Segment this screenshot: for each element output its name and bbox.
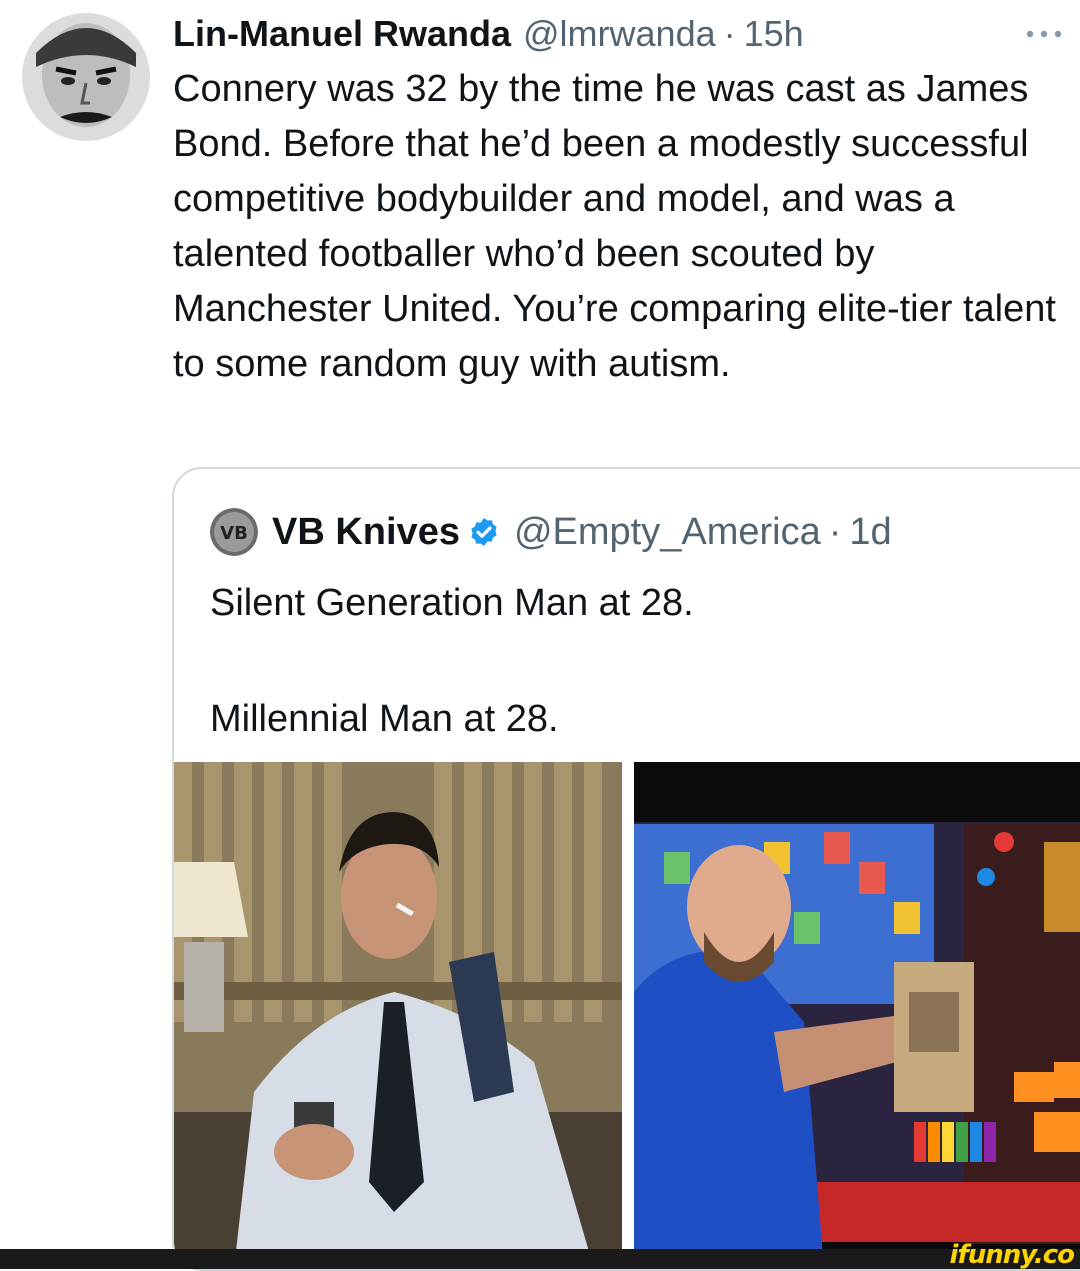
footer-bar <box>0 1249 1080 1269</box>
modern-photo <box>634 762 1080 1269</box>
quoted-tweet-timestamp[interactable]: 1d <box>849 511 891 554</box>
more-horizontal-icon <box>1026 30 1062 38</box>
ifunny-watermark: ifunny.co <box>949 1240 1075 1270</box>
quoted-media-image-left[interactable] <box>174 762 622 1269</box>
tweet-timestamp[interactable]: 15h <box>744 10 804 58</box>
header-separator: · <box>723 13 736 54</box>
quoted-avatar-text: VB <box>220 523 248 544</box>
quoted-author-name[interactable]: VB Knives <box>272 511 460 554</box>
quoted-tweet-text: Silent Generation Man at 28. Millennial … <box>210 574 1050 748</box>
author-name[interactable]: Lin-Manuel Rwanda <box>173 10 511 58</box>
verified-badge-icon <box>468 516 500 548</box>
author-handle[interactable]: @lmrwanda <box>523 10 716 58</box>
quoted-header-separator: · <box>828 510 842 553</box>
author-avatar[interactable] <box>22 13 150 141</box>
tweet-text: Connery was 32 by the time he was cast a… <box>173 68 1056 385</box>
more-options-button[interactable] <box>1016 14 1072 54</box>
quoted-tweet-header: VB VB Knives @Empty_America · 1d <box>210 507 892 557</box>
tweet-header: Lin-Manuel Rwanda @lmrwanda · 15h <box>173 10 804 58</box>
quoted-tweet-card[interactable]: VB VB Knives @Empty_America · 1d Silent … <box>172 467 1080 1271</box>
quoted-author-handle[interactable]: @Empty_America <box>514 511 821 554</box>
quoted-text-line-1: Silent Generation Man at 28. <box>210 582 694 624</box>
quoted-author-avatar[interactable]: VB <box>210 508 258 556</box>
avatar-photo <box>22 13 150 141</box>
vintage-photo <box>174 762 622 1269</box>
quoted-avatar-logo: VB <box>210 508 258 556</box>
quoted-text-line-2: Millennial Man at 28. <box>210 698 559 740</box>
quoted-media-image-right[interactable] <box>634 762 1080 1269</box>
